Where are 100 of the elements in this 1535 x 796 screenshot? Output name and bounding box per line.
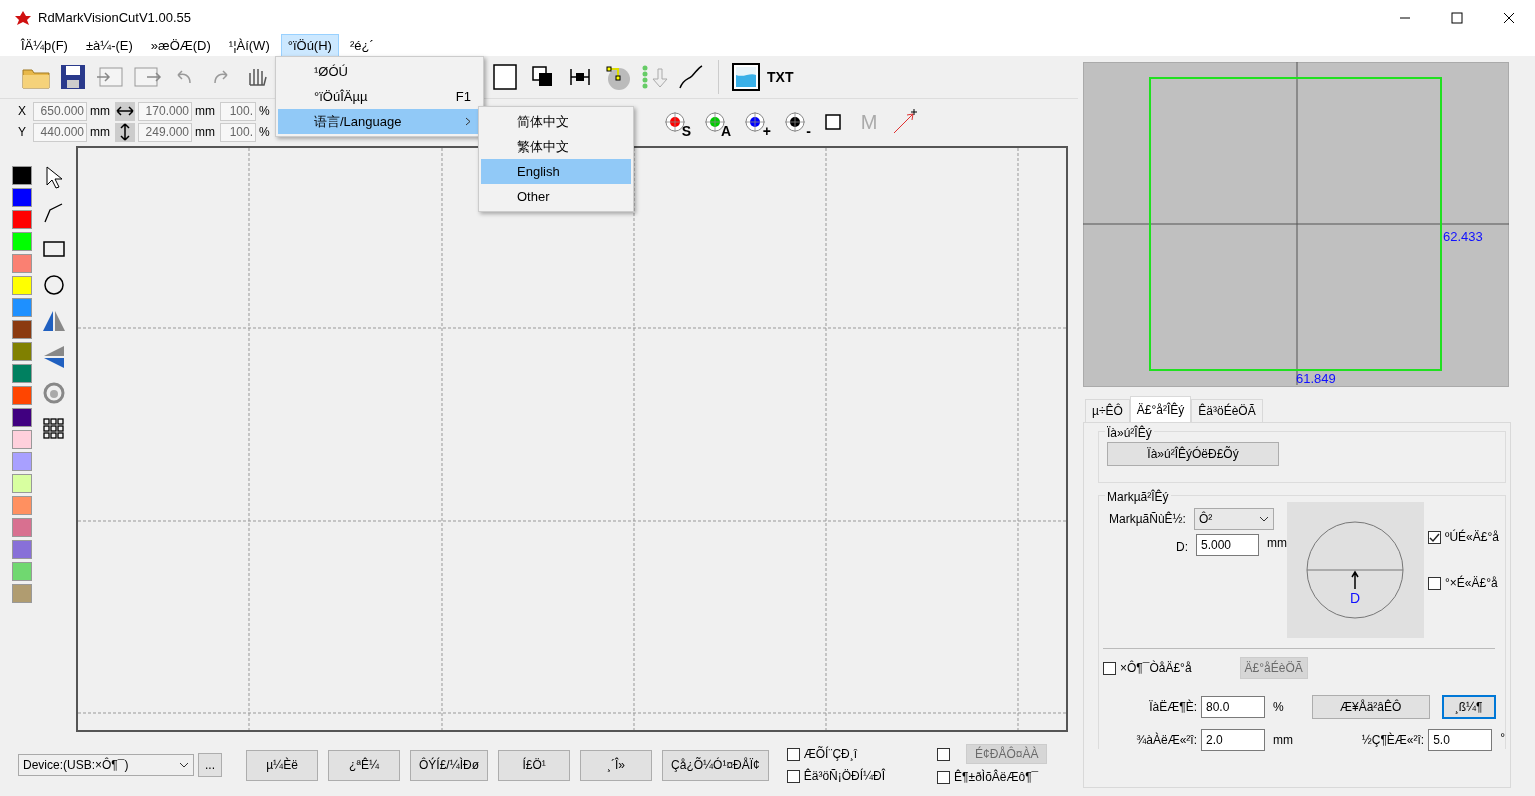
checkbox[interactable] — [1428, 530, 1441, 544]
target-button[interactable]: + — [737, 105, 773, 138]
color-swatch[interactable] — [12, 408, 32, 427]
menu-item[interactable]: ¹¦Àí(W) — [221, 34, 277, 58]
menu-item[interactable]: »æÖÆ(D) — [143, 34, 218, 58]
menu-item[interactable]: ÎÄ¼þ(F) — [14, 34, 75, 58]
app-logo-icon — [14, 10, 32, 26]
checkbox[interactable] — [937, 770, 951, 784]
checkbox[interactable] — [937, 747, 951, 761]
menu-item[interactable]: ¹ØÓÚ — [278, 59, 481, 84]
menu-item[interactable]: 语言/Language — [278, 109, 481, 134]
size-field[interactable]: 170.000 — [138, 101, 192, 121]
square-icon[interactable] — [824, 112, 842, 131]
field-label: MarkµãÑùÊ½: — [1109, 510, 1186, 528]
action-button[interactable]: ÔÝÍ£/¼ÌÐø — [410, 749, 489, 781]
color-swatch[interactable] — [12, 386, 32, 405]
tab[interactable]: µ÷ÊÔ — [1085, 399, 1130, 422]
width-reading: 61.849 — [1296, 372, 1336, 385]
height-arrow-icon — [119, 123, 131, 141]
browse-button[interactable]: ... — [198, 753, 222, 777]
field-label: ¾àÀëÆ«²î: — [1135, 731, 1197, 749]
input-field[interactable]: 2.0 — [1201, 729, 1265, 751]
rotate-icon[interactable] — [41, 380, 67, 406]
camera-calibration-button[interactable]: Ïà»ú²ÎÊýÓëÐ£Õý — [1107, 442, 1279, 466]
field-label: D: — [1176, 539, 1188, 556]
action-button[interactable]: ¸´Î» — [580, 749, 653, 781]
checkbox[interactable] — [786, 769, 800, 783]
target-button[interactable]: S — [657, 105, 693, 138]
color-swatch[interactable] — [12, 364, 32, 383]
device-select[interactable]: Device:(USB:×Ô¶¯) — [18, 754, 194, 776]
checkbox[interactable] — [786, 747, 800, 761]
target-button[interactable]: - — [777, 105, 813, 138]
unit-label: mm — [1273, 732, 1293, 749]
color-swatch[interactable] — [12, 232, 32, 251]
menu-item[interactable]: 繁体中文 — [481, 134, 631, 159]
action-button[interactable]: Í£Ö¹ — [498, 749, 571, 781]
add-arrow-icon[interactable] — [891, 107, 919, 136]
txt-button[interactable]: TXT — [767, 66, 794, 88]
checkbox-label: ºÚÉ«Ä£°å — [1445, 528, 1499, 546]
menu-item[interactable]: English — [481, 159, 631, 184]
style-select[interactable]: Ô² — [1193, 508, 1274, 530]
color-swatch[interactable] — [12, 320, 32, 339]
field-label: ½Ç¶ÈÆ«²î: — [1360, 731, 1425, 749]
match-test-button[interactable]: Æ¥Åä²âÊÔ — [1311, 695, 1430, 719]
grid-array-icon[interactable] — [41, 416, 67, 442]
menu-item[interactable]: Other — [481, 184, 631, 209]
color-swatch[interactable] — [12, 276, 32, 295]
advanced-button[interactable]: ¸ß¼¶ — [1441, 695, 1496, 719]
color-swatch[interactable] — [12, 254, 32, 273]
coordinate-field[interactable]: 440.000 — [33, 122, 87, 142]
color-swatch[interactable] — [12, 342, 32, 361]
menu-item[interactable]: ±à¼-(E) — [78, 34, 140, 58]
scale-field[interactable]: 100. — [220, 101, 256, 121]
color-swatch[interactable] — [12, 496, 32, 515]
color-swatch[interactable] — [12, 188, 32, 207]
diameter-label: D — [1350, 589, 1361, 608]
checkbox[interactable] — [1428, 576, 1441, 590]
checkbox-label: ×Ô¶¯ÒåÄ£°å — [1120, 659, 1192, 677]
input-field[interactable]: 80.0 — [1201, 696, 1265, 718]
circle-icon[interactable] — [41, 272, 67, 298]
axis-label: X — [18, 103, 27, 120]
unit-label: mm — [1267, 535, 1287, 552]
scale-field[interactable]: 100. — [220, 122, 256, 142]
unit-label: % — [259, 124, 269, 141]
group-title: Ïà»ú²ÎÊý — [1105, 424, 1154, 442]
color-swatch[interactable] — [12, 540, 32, 559]
action-button[interactable]: µ¼Èë — [246, 749, 318, 781]
menu-item[interactable]: °ïÖúÎÄµµ F1 — [278, 84, 481, 109]
action-button[interactable]: Çå¿Õ¼Ó¹¤ÐÅÏ¢ — [662, 749, 769, 781]
checkbox-label: Ê¶±ðÌõÂëÆô¶¯ — [954, 768, 1039, 786]
diameter-field[interactable]: 5.000 — [1196, 534, 1259, 556]
color-swatch[interactable] — [12, 562, 32, 581]
color-swatch[interactable] — [12, 430, 32, 449]
target-icon[interactable] — [783, 109, 807, 134]
color-swatch[interactable] — [12, 584, 32, 603]
image-icon[interactable] — [730, 61, 762, 93]
field-label: ÏàËÆ¶È: — [1148, 698, 1197, 716]
height-reading: 62.433 — [1443, 228, 1483, 246]
checkbox-label: Êä³öÑ¡ÖÐÍ¼ÐÎ — [803, 767, 886, 785]
menu-item[interactable]: 简体中文 — [481, 109, 631, 134]
tab[interactable]: Êä³öÉèÖÃ — [1191, 399, 1263, 422]
coordinate-field[interactable]: 650.000 — [33, 101, 87, 121]
menu-item[interactable]: ²é¿´ — [342, 34, 381, 58]
color-swatch[interactable] — [12, 210, 32, 229]
color-swatch[interactable] — [12, 298, 32, 317]
tab[interactable]: Ä£°å²ÎÊý — [1129, 396, 1192, 422]
dropdown-caret-icon — [179, 762, 189, 768]
window-title: RdMarkVisionCutV1.00.55 — [38, 9, 191, 28]
menu-item[interactable]: °ïÖú(H) — [280, 34, 339, 58]
color-swatch[interactable] — [12, 452, 32, 471]
action-button[interactable]: ¿ªÊ¼ — [328, 749, 400, 781]
size-field[interactable]: 249.000 — [138, 122, 192, 142]
color-swatch[interactable] — [12, 518, 32, 537]
color-swatch[interactable] — [12, 166, 32, 185]
color-swatch[interactable] — [12, 474, 32, 493]
unit-label: mm — [195, 124, 216, 141]
input-field[interactable]: 5.0 — [1428, 729, 1493, 751]
dropdown-caret-icon — [1258, 516, 1269, 522]
target-button[interactable]: A — [697, 105, 733, 138]
checkbox[interactable] — [1103, 661, 1116, 675]
